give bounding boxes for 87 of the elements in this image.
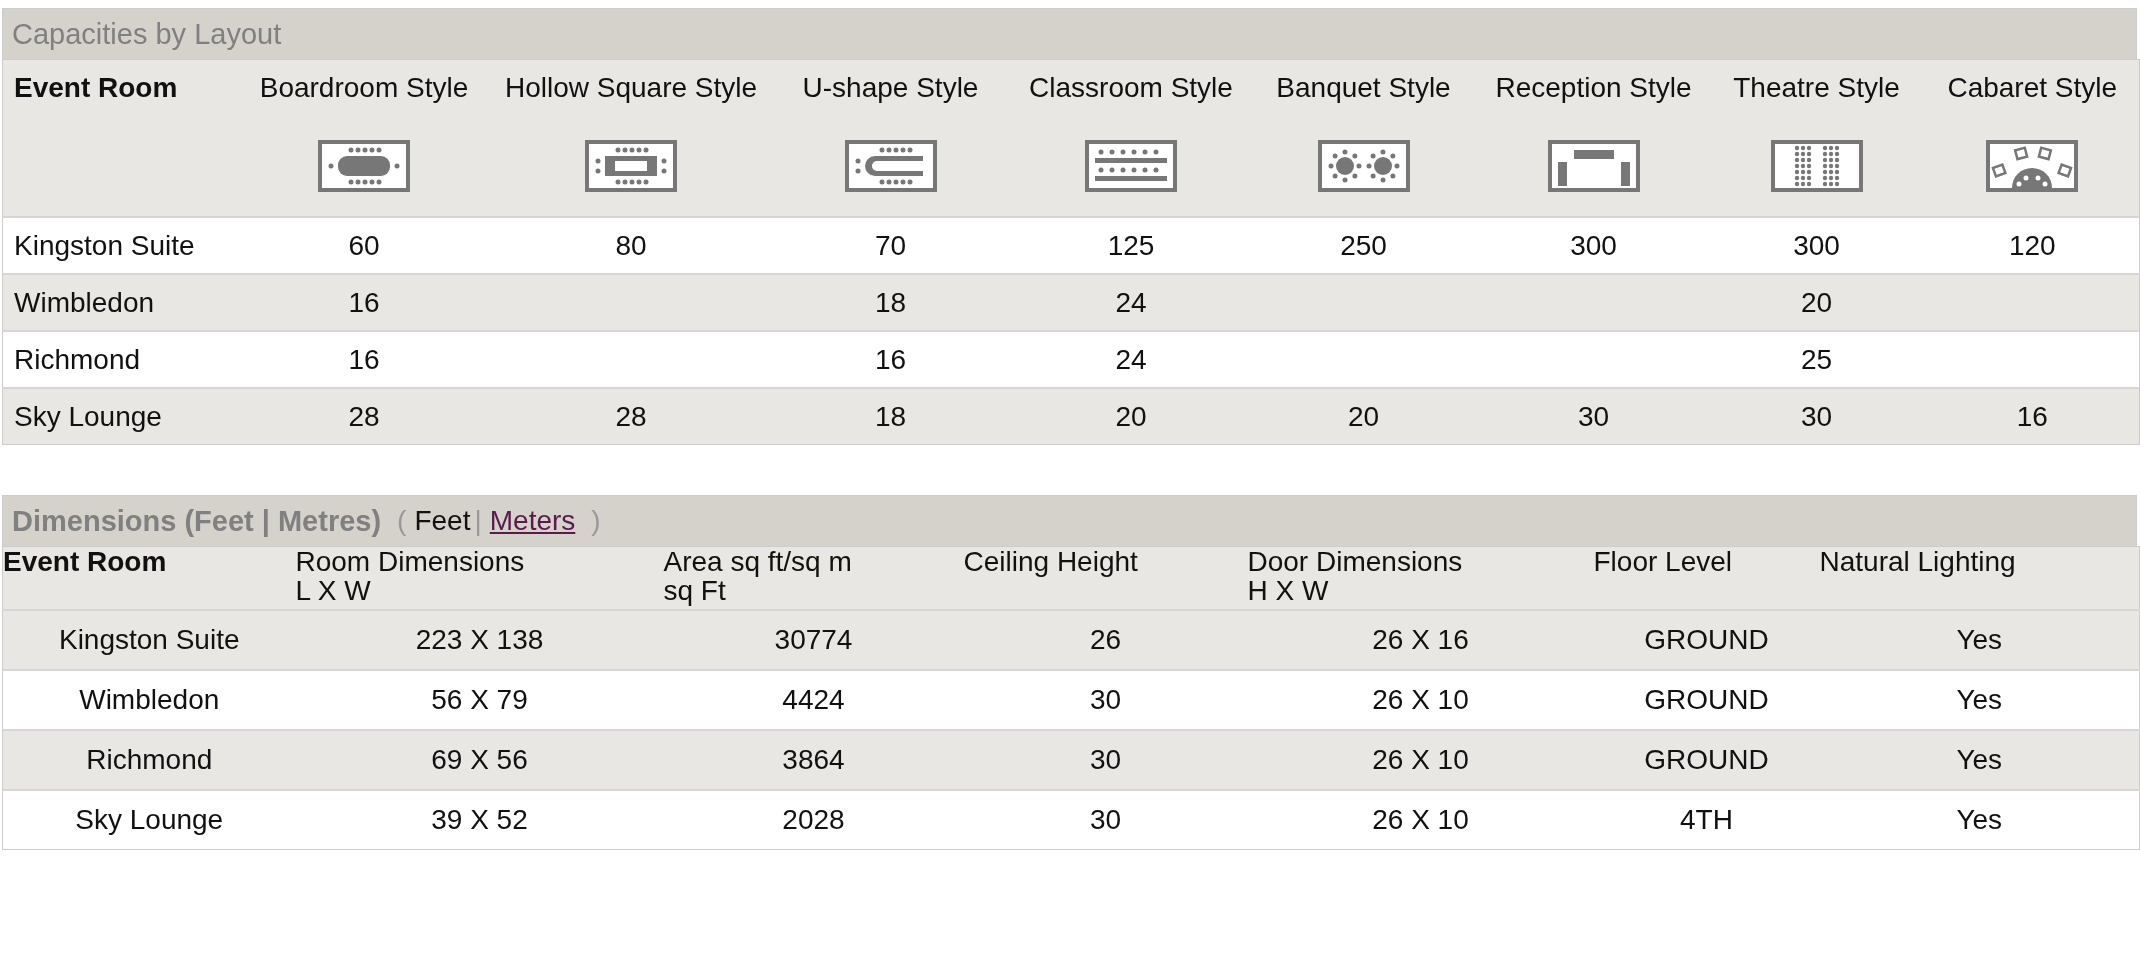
capacity-value: 70 — [874, 229, 907, 261]
dimension-value: 69 X 56 — [431, 744, 528, 775]
dimension-value: Yes — [1956, 684, 2003, 715]
unit-link[interactable]: Feet — [414, 505, 471, 537]
u-shape-table-icon — [844, 140, 937, 192]
capacity-value: 16 — [348, 286, 380, 318]
banquet-round-tables-icon — [1317, 140, 1410, 192]
capacity-value: 28 — [615, 400, 647, 432]
dimension-value: GROUND — [1644, 624, 1769, 655]
dimension-value: 26 X 10 — [1372, 684, 1469, 715]
dimension-value: 39 X 52 — [431, 804, 528, 835]
column-header: Boardroom Style — [259, 72, 469, 103]
capacity-value: 16 — [2016, 400, 2048, 432]
column-header: Classroom Style — [1029, 72, 1233, 103]
column-header: Reception Style — [1495, 72, 1692, 103]
capacity-value: 30 — [1577, 400, 1610, 432]
capacity-value: 30 — [1800, 400, 1833, 432]
capacity-value: 20 — [1800, 286, 1833, 318]
dimension-value: 4424 — [782, 684, 845, 715]
column-header: Cabaret Style — [1947, 72, 2118, 103]
capacity-value: 120 — [2008, 229, 2056, 261]
column-header: Hollow Square Style — [504, 72, 758, 103]
capacity-value: 300 — [1793, 229, 1840, 261]
room-name: Sky Lounge — [14, 400, 162, 432]
column-header: Room Dimensions L X W — [295, 546, 525, 606]
section-title: Capacities by Layout — [12, 17, 282, 51]
column-header: Ceiling Height — [963, 546, 1138, 577]
reception-layout-icon — [1547, 140, 1640, 192]
dimension-value: 2028 — [782, 804, 845, 835]
column-header: Banquet Style — [1276, 72, 1451, 103]
column-header: U-shape Style — [802, 72, 979, 103]
separator-text: | — [474, 505, 482, 537]
column-header: Theatre Style — [1733, 72, 1900, 103]
dimension-value: 26 X 10 — [1372, 804, 1469, 835]
capacity-value: 24 — [1115, 343, 1147, 375]
column-header: Natural Lighting — [1819, 546, 2016, 577]
dimension-value: 30 — [1089, 744, 1122, 775]
room-name: Richmond — [14, 343, 141, 375]
cabaret-layout-icon — [1986, 140, 2079, 192]
unit-link[interactable]: Meters — [489, 505, 576, 537]
column-header: Floor Level — [1593, 546, 1732, 577]
capacity-value: 28 — [348, 400, 380, 432]
dimension-value: 26 X 16 — [1372, 624, 1469, 655]
column-header: Event Room — [3, 546, 167, 577]
section-title: Dimensions (Feet | Metres) — [12, 504, 382, 538]
room-name: Kingston Suite — [14, 229, 195, 261]
room-name: Richmond — [86, 744, 213, 775]
column-header: Event Room — [14, 72, 178, 103]
dimension-value: 30 — [1089, 684, 1122, 715]
capacity-value: 25 — [1800, 343, 1833, 375]
dimension-value: 3864 — [782, 744, 845, 775]
dimension-value: 56 X 79 — [431, 684, 528, 715]
dimension-value: 26 — [1089, 624, 1122, 655]
dimension-value: Yes — [1956, 624, 2003, 655]
room-name: Sky Lounge — [75, 804, 224, 835]
boardroom-table-icon — [318, 140, 410, 192]
dimension-value: 30774 — [774, 624, 853, 655]
dimension-value: GROUND — [1644, 744, 1769, 775]
capacity-value: 16 — [874, 343, 907, 375]
capacity-value: 80 — [615, 229, 647, 261]
capacity-value: 24 — [1115, 286, 1147, 318]
room-name: Kingston Suite — [58, 624, 240, 655]
column-header: Area sq ft/sq m sq Ft — [663, 546, 852, 606]
bracket-text: ) — [591, 505, 601, 537]
hollow-square-table-icon — [585, 140, 677, 192]
capacity-value: 18 — [874, 400, 907, 432]
capacity-value: 20 — [1115, 400, 1147, 432]
dimension-value: GROUND — [1644, 684, 1769, 715]
capacity-value: 300 — [1570, 229, 1617, 261]
capacity-value: 20 — [1347, 400, 1380, 432]
room-name: Wimbledon — [14, 286, 155, 318]
dimension-value: Yes — [1956, 744, 2003, 775]
capacity-value: 60 — [348, 229, 380, 261]
capacity-value: 125 — [1107, 229, 1155, 261]
classroom-rows-icon — [1085, 140, 1177, 192]
bracket-text: ( — [397, 505, 407, 537]
room-name: Wimbledon — [79, 684, 220, 715]
column-header: Door Dimensions H X W — [1247, 546, 1463, 606]
capacity-value: 18 — [874, 286, 907, 318]
theatre-seating-icon — [1770, 140, 1863, 192]
capacity-value: 16 — [348, 343, 380, 375]
dimension-value: 4TH — [1680, 804, 1733, 835]
dimension-value: 26 X 10 — [1372, 744, 1469, 775]
capacity-value: 250 — [1340, 229, 1387, 261]
dimension-value: 223 X 138 — [415, 624, 544, 655]
dimension-value: 30 — [1089, 804, 1122, 835]
dimension-value: Yes — [1956, 804, 2003, 835]
